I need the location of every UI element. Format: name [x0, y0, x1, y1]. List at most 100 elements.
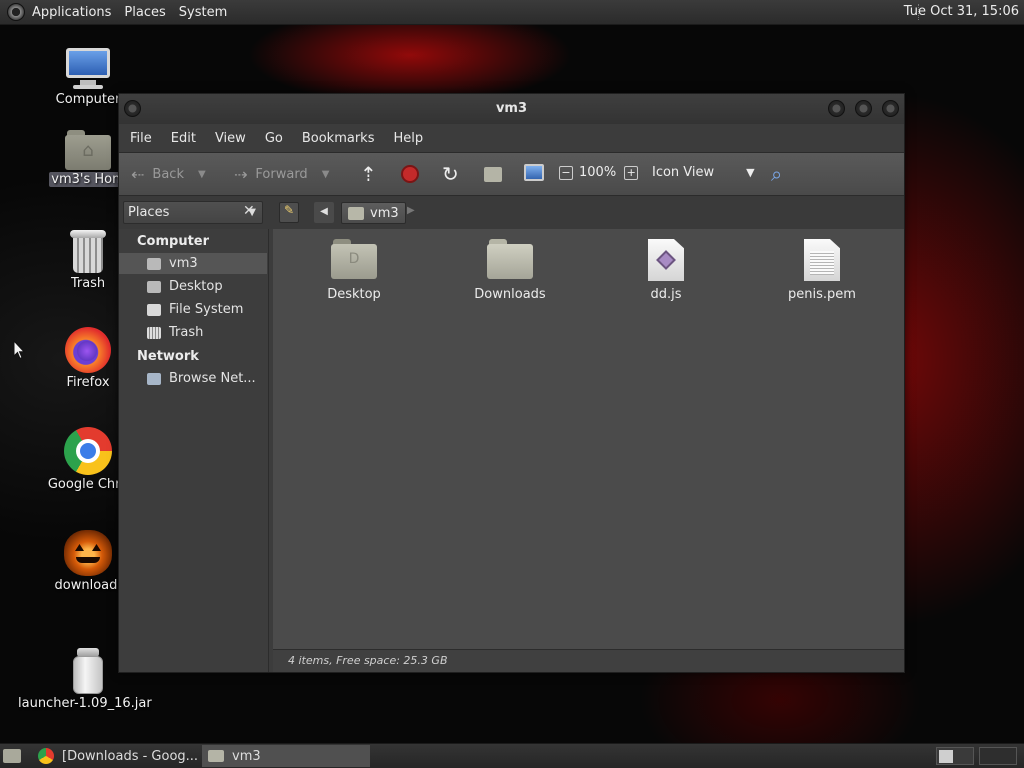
- system-menu[interactable]: System: [179, 5, 227, 20]
- up-button[interactable]: ⇡: [360, 162, 385, 186]
- reload-icon: ↻: [442, 162, 459, 186]
- trash-icon: [68, 230, 108, 274]
- computer-button[interactable]: [524, 164, 544, 181]
- desktop-icon-label: Google Chro: [47, 477, 129, 492]
- menu-go[interactable]: Go: [265, 131, 283, 146]
- view-mode-dropdown-icon: ▼: [746, 166, 755, 179]
- task-vm3[interactable]: vm3: [202, 745, 370, 767]
- sidebar-item-trash[interactable]: Trash: [119, 322, 267, 343]
- zoom-in-icon[interactable]: +: [624, 165, 639, 180]
- sidebar-item-desktop[interactable]: Desktop: [119, 276, 267, 297]
- sidebar-item-label: File System: [169, 302, 244, 317]
- show-desktop-icon[interactable]: [3, 749, 21, 763]
- desktop-icon-label: download.: [54, 578, 122, 593]
- sidebar-type-label: Places: [128, 205, 170, 220]
- file-name: dd.js: [650, 287, 682, 302]
- search-icon: ⌕: [771, 162, 783, 186]
- file-name: Desktop: [327, 287, 381, 302]
- menu-edit[interactable]: Edit: [171, 131, 196, 146]
- desktop-icon: [147, 280, 161, 293]
- search-button[interactable]: ⌕: [771, 162, 790, 186]
- network-icon: [147, 372, 161, 385]
- location-bar: Places ▼ ✕ ✎ ◀ vm3 ▶: [119, 196, 904, 229]
- view-mode-select[interactable]: Icon View ▼: [652, 165, 755, 180]
- back-button[interactable]: ⇠ Back ▼: [131, 165, 206, 184]
- menu-view[interactable]: View: [215, 131, 246, 146]
- close-button[interactable]: [882, 100, 899, 117]
- panel-menu: Applications Places System: [32, 5, 240, 20]
- reload-button[interactable]: ↻: [442, 162, 467, 186]
- file-name: penis.pem: [788, 287, 856, 302]
- trash-icon: [147, 326, 161, 339]
- workspace-1[interactable]: [936, 747, 974, 765]
- applications-menu[interactable]: Applications: [32, 5, 111, 20]
- places-menu[interactable]: Places: [124, 5, 165, 20]
- file-item-penis-pem[interactable]: penis.pem: [762, 239, 882, 302]
- file-item-downloads[interactable]: Downloads: [450, 239, 570, 302]
- sidebar-item-label: Browse Net...: [169, 371, 256, 386]
- back-history-dropdown-icon[interactable]: ▼: [198, 169, 206, 180]
- sidebar-item-label: vm3: [169, 256, 198, 271]
- pumpkin-icon: [64, 530, 112, 576]
- home-folder-icon: [208, 750, 224, 762]
- script-file-icon: [648, 239, 684, 281]
- distro-logo-icon[interactable]: [7, 3, 25, 21]
- home-icon: [147, 257, 161, 270]
- desktop-icon-label: Trash: [70, 276, 106, 291]
- computer-icon: [64, 46, 112, 90]
- stop-button[interactable]: [401, 165, 419, 183]
- maximize-button[interactable]: [855, 100, 872, 117]
- top-panel: Applications Places System Tue Oct 31, 1…: [0, 0, 1024, 25]
- forward-button[interactable]: ⇢ Forward ▼: [234, 165, 329, 184]
- window-title: vm3: [495, 101, 528, 116]
- zoom-controls: − 100% +: [559, 165, 639, 180]
- chrome-icon: [38, 748, 54, 764]
- back-arrow-icon: ⇠: [131, 165, 145, 184]
- back-label: Back: [152, 167, 184, 182]
- file-manager-window: vm3 File Edit View Go Bookmarks Help ⇠ B…: [118, 93, 905, 673]
- file-item-dd-js[interactable]: dd.js: [606, 239, 726, 302]
- file-name: Downloads: [474, 287, 546, 302]
- breadcrumb-vm3[interactable]: vm3: [341, 202, 406, 224]
- sidebar-type-select[interactable]: Places ▼: [123, 201, 263, 224]
- sidebar-item-file-system[interactable]: File System: [119, 299, 267, 320]
- desktop-icon-label: Firefox: [66, 375, 110, 390]
- sidebar-item-label: Trash: [169, 325, 204, 340]
- file-item-desktop[interactable]: D Desktop: [294, 239, 414, 302]
- file-view[interactable]: D Desktop Downloads dd.js penis.pem: [273, 229, 904, 649]
- menu-bookmarks[interactable]: Bookmarks: [302, 131, 375, 146]
- sidebar-item-vm3[interactable]: vm3: [119, 253, 267, 274]
- status-bar: 4 items, Free space: 25.3 GB: [273, 649, 904, 672]
- text-file-icon: [804, 239, 840, 281]
- jar-icon: [71, 648, 105, 694]
- forward-history-dropdown-icon[interactable]: ▼: [322, 169, 330, 180]
- folder-icon: [487, 239, 533, 279]
- firefox-icon: [65, 327, 111, 373]
- home-button[interactable]: [484, 167, 502, 182]
- breadcrumb-left-icon[interactable]: ◀: [314, 202, 334, 223]
- workspace-2[interactable]: [979, 747, 1017, 765]
- forward-label: Forward: [255, 167, 308, 182]
- chrome-icon: [64, 427, 112, 475]
- edit-location-icon[interactable]: ✎: [279, 202, 299, 223]
- forward-arrow-icon: ⇢: [234, 165, 248, 184]
- window-menubar: File Edit View Go Bookmarks Help: [119, 124, 904, 152]
- task-chrome-downloads[interactable]: [Downloads - Goog...: [32, 745, 202, 767]
- menu-file[interactable]: File: [130, 131, 152, 146]
- zoom-out-icon[interactable]: −: [559, 165, 573, 180]
- home-icon: [484, 167, 502, 182]
- places-sidebar: Computer vm3 Desktop File System Trash N…: [119, 229, 269, 672]
- breadcrumb-label: vm3: [370, 205, 399, 221]
- breadcrumb-right-icon[interactable]: ▶: [407, 205, 415, 216]
- sidebar-item-browse-network[interactable]: Browse Net...: [119, 368, 267, 389]
- close-sidebar-icon[interactable]: ✕: [243, 203, 255, 219]
- home-icon: [348, 206, 364, 220]
- task-label: vm3: [232, 748, 261, 764]
- sidebar-section-computer: Computer: [137, 234, 210, 249]
- drive-icon: [147, 303, 161, 316]
- task-label: [Downloads - Goog...: [62, 748, 199, 764]
- window-titlebar[interactable]: vm3: [119, 94, 904, 124]
- clock[interactable]: Tue Oct 31, 15:06: [904, 4, 1019, 19]
- menu-help[interactable]: Help: [393, 131, 423, 146]
- minimize-button[interactable]: [828, 100, 845, 117]
